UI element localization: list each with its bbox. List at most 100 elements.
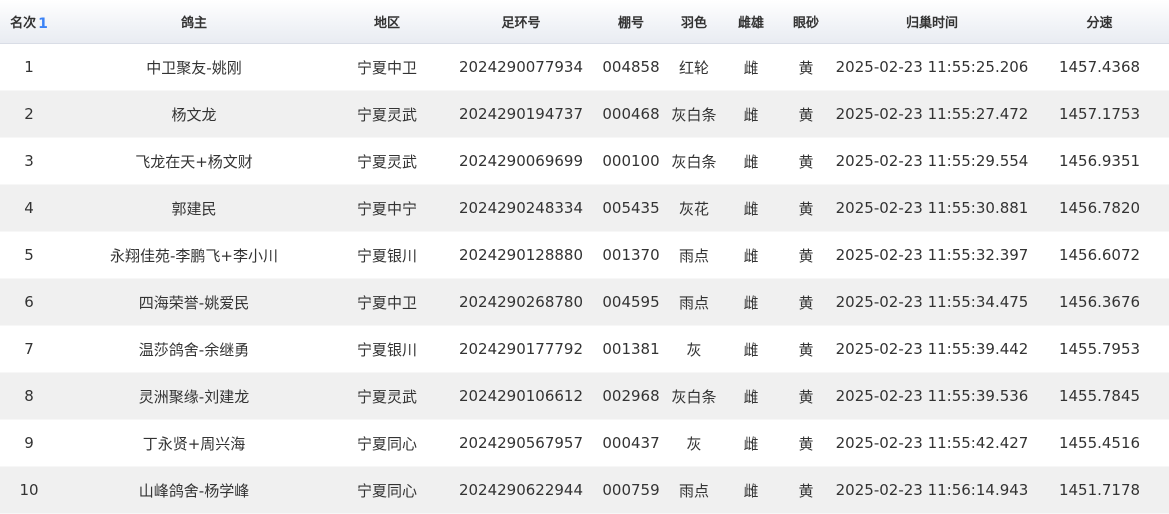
table-row: 5 永翔佳苑-李鹏飞+李小川 宁夏银川 2024290128880 001370… xyxy=(0,231,1169,279)
cell-rank: 2 xyxy=(0,90,58,138)
cell-region: 宁夏灵武 xyxy=(330,90,444,138)
cell-ring: 2024290177792 xyxy=(444,325,598,373)
cell-shed: 001370 xyxy=(598,231,664,279)
cell-eye: 黄 xyxy=(778,278,834,326)
table-row: 2 杨文龙 宁夏灵武 2024290194737 000468 灰白条 雌 黄 … xyxy=(0,90,1169,138)
cell-speed: 1456.7820 xyxy=(1030,184,1169,232)
cell-color: 灰 xyxy=(664,325,724,373)
cell-speed: 1456.9351 xyxy=(1030,137,1169,185)
cell-time: 2025-02-23 11:56:14.943 xyxy=(834,466,1030,514)
cell-ring: 2024290268780 xyxy=(444,278,598,326)
cell-owner: 山峰鸽舍-杨学峰 xyxy=(58,466,330,514)
cell-speed: 1457.1753 xyxy=(1030,90,1169,138)
cell-eye: 黄 xyxy=(778,325,834,373)
cell-color: 红轮 xyxy=(664,43,724,91)
cell-shed: 000759 xyxy=(598,466,664,514)
cell-eye: 黄 xyxy=(778,372,834,420)
cell-rank: 6 xyxy=(0,278,58,326)
cell-sex: 雌 xyxy=(724,372,778,420)
cell-time: 2025-02-23 11:55:32.397 xyxy=(834,231,1030,279)
cell-sex: 雌 xyxy=(724,90,778,138)
cell-region: 宁夏中宁 xyxy=(330,184,444,232)
cell-sex: 雌 xyxy=(724,137,778,185)
sort-ascending-icon[interactable]: 1 xyxy=(38,16,48,32)
cell-speed: 1457.4368 xyxy=(1030,43,1169,91)
column-header-rank[interactable]: 名次 1 xyxy=(0,0,58,44)
cell-ring: 2024290194737 xyxy=(444,90,598,138)
table-row: 4 郭建民 宁夏中宁 2024290248334 005435 灰花 雌 黄 2… xyxy=(0,184,1169,232)
cell-rank: 9 xyxy=(0,419,58,467)
cell-ring: 2024290128880 xyxy=(444,231,598,279)
table-row: 3 飞龙在天+杨文财 宁夏灵武 2024290069699 000100 灰白条… xyxy=(0,137,1169,185)
cell-rank: 4 xyxy=(0,184,58,232)
column-header-time: 归巢时间 xyxy=(834,0,1030,44)
cell-speed: 1455.7953 xyxy=(1030,325,1169,373)
cell-region: 宁夏同心 xyxy=(330,466,444,514)
column-header-eye: 眼砂 xyxy=(778,0,834,44)
cell-eye: 黄 xyxy=(778,231,834,279)
cell-color: 灰白条 xyxy=(664,372,724,420)
cell-ring: 2024290248334 xyxy=(444,184,598,232)
cell-color: 雨点 xyxy=(664,466,724,514)
cell-ring: 2024290622944 xyxy=(444,466,598,514)
cell-ring: 2024290069699 xyxy=(444,137,598,185)
cell-shed: 000100 xyxy=(598,137,664,185)
cell-sex: 雌 xyxy=(724,419,778,467)
column-header-sex: 雌雄 xyxy=(724,0,778,44)
table-row: 7 温莎鸽舍-余继勇 宁夏银川 2024290177792 001381 灰 雌… xyxy=(0,325,1169,373)
cell-shed: 005435 xyxy=(598,184,664,232)
cell-eye: 黄 xyxy=(778,466,834,514)
cell-rank: 8 xyxy=(0,372,58,420)
cell-shed: 004595 xyxy=(598,278,664,326)
cell-shed: 000437 xyxy=(598,419,664,467)
cell-sex: 雌 xyxy=(724,325,778,373)
cell-ring: 2024290077934 xyxy=(444,43,598,91)
results-table: 名次 1 鸽主 地区 足环号 棚号 羽色 雌雄 眼砂 归巢时间 分速 1 中卫聚友… xyxy=(0,0,1169,514)
cell-speed: 1451.7178 xyxy=(1030,466,1169,514)
cell-region: 宁夏同心 xyxy=(330,419,444,467)
cell-region: 宁夏灵武 xyxy=(330,372,444,420)
cell-rank: 7 xyxy=(0,325,58,373)
cell-color: 雨点 xyxy=(664,231,724,279)
cell-owner: 郭建民 xyxy=(58,184,330,232)
table-row: 6 四海荣誉-姚爱民 宁夏中卫 2024290268780 004595 雨点 … xyxy=(0,278,1169,326)
cell-time: 2025-02-23 11:55:39.442 xyxy=(834,325,1030,373)
column-header-owner: 鸽主 xyxy=(58,0,330,44)
cell-time: 2025-02-23 11:55:29.554 xyxy=(834,137,1030,185)
cell-rank: 1 xyxy=(0,43,58,91)
cell-time: 2025-02-23 11:55:27.472 xyxy=(834,90,1030,138)
cell-owner: 杨文龙 xyxy=(58,90,330,138)
cell-owner: 中卫聚友-姚刚 xyxy=(58,43,330,91)
cell-color: 灰 xyxy=(664,419,724,467)
cell-ring: 2024290106612 xyxy=(444,372,598,420)
cell-speed: 1455.4516 xyxy=(1030,419,1169,467)
cell-owner: 飞龙在天+杨文财 xyxy=(58,137,330,185)
cell-sex: 雌 xyxy=(724,43,778,91)
cell-sex: 雌 xyxy=(724,184,778,232)
cell-rank: 10 xyxy=(0,466,58,514)
cell-color: 灰花 xyxy=(664,184,724,232)
cell-time: 2025-02-23 11:55:39.536 xyxy=(834,372,1030,420)
cell-eye: 黄 xyxy=(778,184,834,232)
cell-time: 2025-02-23 11:55:42.427 xyxy=(834,419,1030,467)
cell-time: 2025-02-23 11:55:25.206 xyxy=(834,43,1030,91)
cell-speed: 1455.7845 xyxy=(1030,372,1169,420)
cell-region: 宁夏中卫 xyxy=(330,43,444,91)
column-header-shed: 棚号 xyxy=(598,0,664,44)
column-header-color: 羽色 xyxy=(664,0,724,44)
cell-rank: 3 xyxy=(0,137,58,185)
cell-shed: 002968 xyxy=(598,372,664,420)
cell-rank: 5 xyxy=(0,231,58,279)
table-header: 名次 1 鸽主 地区 足环号 棚号 羽色 雌雄 眼砂 归巢时间 分速 xyxy=(0,0,1169,44)
column-header-ring: 足环号 xyxy=(444,0,598,44)
cell-owner: 四海荣誉-姚爱民 xyxy=(58,278,330,326)
cell-sex: 雌 xyxy=(724,231,778,279)
cell-owner: 温莎鸽舍-余继勇 xyxy=(58,325,330,373)
cell-color: 灰白条 xyxy=(664,137,724,185)
cell-region: 宁夏银川 xyxy=(330,231,444,279)
table-row: 9 丁永贤+周兴海 宁夏同心 2024290567957 000437 灰 雌 … xyxy=(0,419,1169,467)
cell-shed: 004858 xyxy=(598,43,664,91)
table-row: 10 山峰鸽舍-杨学峰 宁夏同心 2024290622944 000759 雨点… xyxy=(0,466,1169,514)
column-header-region: 地区 xyxy=(330,0,444,44)
column-header-speed: 分速 xyxy=(1030,0,1169,44)
